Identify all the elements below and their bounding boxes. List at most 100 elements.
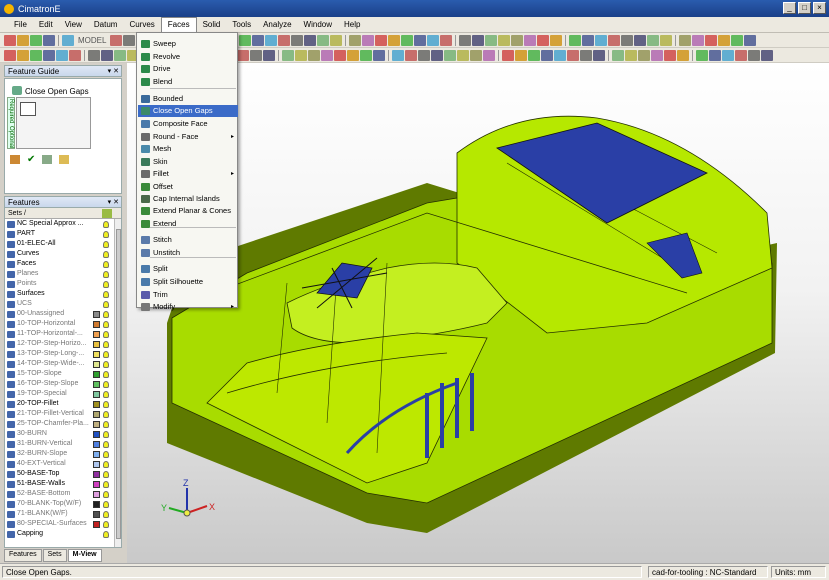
toolbar-tool-icon[interactable] <box>612 49 624 61</box>
toolbar-tool-icon[interactable] <box>679 34 692 46</box>
toolbar-tool-icon[interactable] <box>696 49 708 61</box>
feature-set-row[interactable]: 10-TOP-Horizontal <box>5 319 121 329</box>
toolbar-tool-icon[interactable] <box>515 49 527 61</box>
toolbar-tool-icon[interactable] <box>30 49 42 61</box>
toolbar-tool-icon[interactable] <box>731 34 744 46</box>
selection-cursor-icon[interactable] <box>20 102 36 116</box>
visibility-bulb-icon[interactable] <box>103 290 109 298</box>
set-color-swatch[interactable] <box>93 231 100 238</box>
feature-set-row[interactable]: 13-TOP-Step-Long-... <box>5 349 121 359</box>
toolbar-tool-icon[interactable] <box>638 49 650 61</box>
set-color-swatch[interactable] <box>93 390 100 398</box>
feature-set-row[interactable]: 11-TOP-Horizontal-... <box>5 329 121 339</box>
toolbar-tool-icon[interactable] <box>250 49 262 61</box>
toolbar-tool-icon[interactable] <box>498 34 511 46</box>
toolbar-tool-icon[interactable] <box>362 34 375 46</box>
set-color-swatch[interactable] <box>93 271 100 278</box>
toolbar-tool-icon[interactable] <box>502 49 514 61</box>
visibility-bulb-icon[interactable] <box>103 480 109 488</box>
feature-set-row[interactable]: 19-TOP-Special <box>5 389 121 399</box>
maximize-button[interactable]: □ <box>798 2 811 14</box>
toolbar-tool-icon[interactable] <box>677 49 689 61</box>
feature-guide-pin-icon[interactable]: ▾ ✕ <box>108 66 119 78</box>
toolbar-tool-icon[interactable] <box>252 34 265 46</box>
toolbar-tool-icon[interactable] <box>282 49 294 61</box>
toolbar-tool-icon[interactable] <box>664 49 676 61</box>
toolbar-tool-icon[interactable] <box>43 49 55 61</box>
menu-edit[interactable]: Edit <box>33 18 59 32</box>
toolbar-tool-icon[interactable] <box>647 34 660 46</box>
toolbar-tool-icon[interactable] <box>554 49 566 61</box>
toolbar-tool-icon[interactable] <box>569 34 582 46</box>
feature-set-row[interactable]: Planes <box>5 269 121 279</box>
faces-menu-item[interactable]: Offset <box>138 181 238 193</box>
toolbar-tool-icon[interactable] <box>278 34 291 46</box>
toolbar-tool-icon[interactable] <box>722 49 734 61</box>
visibility-bulb-icon[interactable] <box>103 340 109 348</box>
visibility-bulb-icon[interactable] <box>103 230 109 238</box>
toolbar-tool-icon[interactable] <box>625 49 637 61</box>
toolbar-tool-icon[interactable] <box>373 49 385 61</box>
toolbar-tool-icon[interactable] <box>239 34 252 46</box>
apply-icon[interactable] <box>42 155 53 164</box>
set-color-swatch[interactable] <box>93 460 100 468</box>
set-color-swatch[interactable] <box>93 531 100 538</box>
feature-set-row[interactable]: 80-SPECIAL-Surfaces <box>5 519 121 529</box>
visibility-bulb-icon[interactable] <box>103 500 109 508</box>
toolbar-tool-icon[interactable] <box>4 34 16 46</box>
toolbar-tool-icon[interactable] <box>444 49 456 61</box>
toolbar-tool-icon[interactable] <box>414 34 427 46</box>
scroll-thumb[interactable] <box>116 229 121 539</box>
toolbar-tool-icon[interactable] <box>660 34 673 46</box>
feature-set-row[interactable]: 01-ELEC-All <box>5 239 121 249</box>
set-color-swatch[interactable] <box>93 430 100 438</box>
toolbar-tool-icon[interactable] <box>321 49 333 61</box>
toolbar-tool-icon[interactable] <box>405 49 417 61</box>
visibility-bulb-icon[interactable] <box>103 320 109 328</box>
toolbar-tool-icon[interactable] <box>483 49 495 61</box>
toolbar-tool-icon[interactable] <box>123 34 136 46</box>
toolbar-tool-icon[interactable] <box>705 34 718 46</box>
feature-set-row[interactable]: 14-TOP-Step-Wide-... <box>5 359 121 369</box>
toolbar-tool-icon[interactable] <box>114 49 126 61</box>
set-color-swatch[interactable] <box>93 261 100 268</box>
feature-set-row[interactable]: Points <box>5 279 121 289</box>
faces-menu-item[interactable]: Round - Face ▸ <box>138 131 238 143</box>
toolbar-tool-icon[interactable] <box>634 34 647 46</box>
menu-faces[interactable]: Faces <box>160 17 197 32</box>
visibility-bulb-icon[interactable] <box>103 310 109 318</box>
visibility-bulb-icon[interactable] <box>103 470 109 478</box>
toolbar-tool-icon[interactable] <box>17 49 29 61</box>
feature-set-row[interactable]: 21-TOP-Fillet-Vertical <box>5 409 121 419</box>
menu-datum[interactable]: Datum <box>88 18 124 32</box>
toolbar-tool-icon[interactable] <box>265 34 278 46</box>
toolbar-tool-icon[interactable] <box>537 34 550 46</box>
feature-set-row[interactable]: 52-BASE-Bottom <box>5 489 121 499</box>
toolbar-tool-icon[interactable] <box>580 49 592 61</box>
toolbar-tool-icon[interactable] <box>56 49 68 61</box>
set-color-swatch[interactable] <box>93 480 100 488</box>
toolbar-tool-icon[interactable] <box>263 49 275 61</box>
toolbar-tool-icon[interactable] <box>748 49 760 61</box>
toolbar-tool-icon[interactable] <box>744 34 757 46</box>
visibility-bulb-icon[interactable] <box>103 240 109 248</box>
toolbar-tool-icon[interactable] <box>528 49 540 61</box>
faces-menu-item[interactable]: Sweep <box>138 38 238 50</box>
visibility-bulb-icon[interactable] <box>103 460 109 468</box>
menu-window[interactable]: Window <box>298 18 338 32</box>
feature-set-row[interactable]: 25-TOP-Chamfer-Pla... <box>5 419 121 429</box>
faces-menu-item[interactable]: Blend <box>138 76 238 88</box>
feature-set-row[interactable]: 51-BASE-Walls <box>5 479 121 489</box>
visibility-bulb-icon[interactable] <box>103 260 109 268</box>
toolbar-tool-icon[interactable] <box>392 49 404 61</box>
faces-menu-item[interactable]: Close Open Gaps <box>138 105 238 117</box>
set-color-swatch[interactable] <box>93 400 100 408</box>
toolbar-tool-icon[interactable] <box>291 34 304 46</box>
feature-set-row[interactable]: Surfaces <box>5 289 121 299</box>
visibility-bulb-icon[interactable] <box>103 490 109 498</box>
feature-set-row[interactable]: 31-BURN-Vertical <box>5 439 121 449</box>
faces-menu-item[interactable]: Trim <box>138 289 238 301</box>
close-button[interactable]: × <box>813 2 826 14</box>
toolbar-tool-icon[interactable] <box>718 34 731 46</box>
toolbar-tool-icon[interactable] <box>541 49 553 61</box>
